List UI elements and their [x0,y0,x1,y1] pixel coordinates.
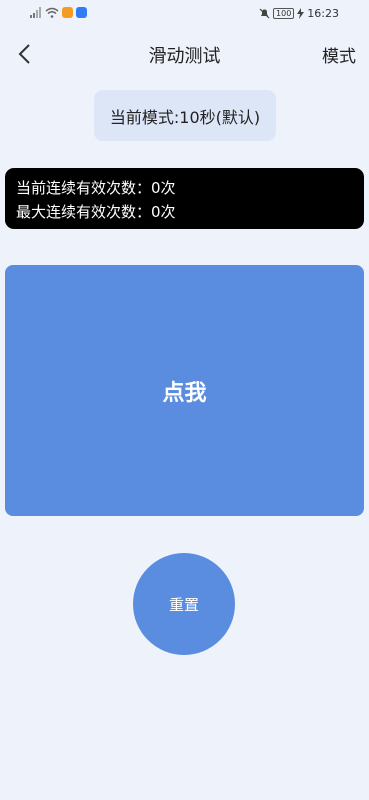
current-mode-text: 当前模式:10秒(默认) [109,107,261,127]
reset-button-label: 重置 [168,595,199,614]
status-bar: 100 16:23 [0,0,369,28]
app-notification-icon [76,7,87,18]
mute-bell-icon [259,8,270,19]
app-screen: 100 16:23 滑动测试 模式 当前模式:10秒(默认) 当前连续有效次数：… [0,0,369,800]
status-left-icons [30,7,87,18]
status-time: 16:23 [307,7,339,20]
tap-area-button[interactable]: 点我 [5,265,364,516]
mode-menu-button[interactable]: 模式 [322,42,356,67]
tap-area-label: 点我 [162,380,207,406]
current-mode-chip: 当前模式:10秒(默认) [94,90,276,141]
battery-indicator: 100 [273,8,295,19]
reset-button[interactable]: 重置 [133,553,235,655]
charging-icon [297,8,305,19]
app-notification-icon [62,7,73,18]
status-right-icons: 100 16:23 [259,7,339,20]
wifi-icon [45,7,59,18]
stats-panel: 当前连续有效次数：0次 最大连续有效次数：0次 [5,168,364,229]
current-streak-text: 当前连续有效次数：0次 [16,179,176,197]
max-streak-text: 最大连续有效次数：0次 [16,203,176,221]
cellular-signal-icon [30,7,41,18]
page-title: 滑动测试 [148,46,221,67]
